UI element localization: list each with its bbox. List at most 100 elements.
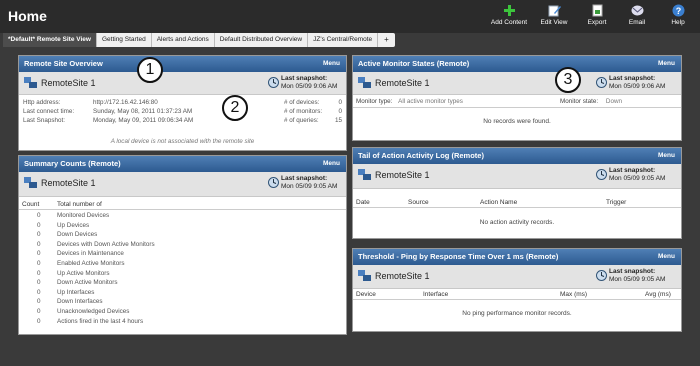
summary-label[interactable]: Actions fired in the last 4 hours [57, 318, 143, 325]
panel-header: Active Monitor States (Remote) Menu [353, 56, 681, 72]
column-header-trigger: Trigger [606, 199, 627, 206]
active-monitor-states-panel: Active Monitor States (Remote) Menu Remo… [352, 55, 682, 141]
summary-row: 0 Unacknowledged Devices [19, 308, 346, 315]
divider [19, 209, 346, 210]
remote-site-icon [358, 77, 371, 88]
column-header-date: Date [356, 199, 370, 206]
divider [353, 207, 681, 208]
monitor-state-filter: Monitor state: Down [560, 98, 623, 105]
panel-menu-button[interactable]: Menu [323, 156, 340, 172]
plus-icon [503, 5, 515, 16]
summary-counts-panel: Summary Counts (Remote) Menu RemoteSite … [18, 155, 347, 335]
column-header-count: Count [22, 201, 40, 208]
column-header-interface: Interface [423, 291, 449, 298]
export-button[interactable]: Export [575, 4, 619, 26]
summary-label[interactable]: Up Interfaces [57, 289, 94, 296]
summary-count: 0 [37, 269, 41, 277]
summary-label[interactable]: Devices in Maintenance [57, 250, 124, 257]
last-snapshot: Last snapshot: Mon 05/09 9:06 AM [281, 75, 338, 90]
export-icon [592, 4, 602, 17]
last-snapshot: Last snapshot: Mon 05/09 9:05 AM [609, 268, 666, 283]
column-header-total: Total number of [57, 201, 102, 208]
empty-message: No ping performance monitor records. [462, 310, 572, 317]
summary-count: 0 [37, 240, 41, 248]
summary-row: 0 Up Active Monitors [19, 270, 346, 277]
summary-label[interactable]: Down Active Monitors [57, 279, 118, 286]
summary-count: 0 [37, 288, 41, 296]
column-header-device: Device [356, 291, 376, 298]
email-icon [631, 5, 643, 16]
column-header-avg: Avg (ms) [645, 291, 671, 298]
summary-label[interactable]: Unacknowledged Devices [57, 308, 129, 315]
site-header: RemoteSite 1 Last snapshot: Mon 05/09 9:… [353, 164, 681, 189]
summary-row: 0 Down Devices [19, 231, 346, 238]
help-icon: ? [672, 4, 684, 17]
panel-menu-button[interactable]: Menu [323, 56, 340, 72]
empty-message: No records were found. [483, 118, 551, 125]
email-button[interactable]: Email [615, 4, 659, 26]
site-name: RemoteSite 1 [375, 271, 430, 281]
site-details: Http address: http://172.16.42.146:80 Las… [23, 99, 194, 124]
edit-view-button[interactable]: Edit View [532, 4, 576, 26]
add-tab-button[interactable]: + [378, 33, 395, 47]
action-activity-log-panel: Tail of Action Activity Log (Remote) Men… [352, 147, 682, 239]
site-name: RemoteSite 1 [375, 170, 430, 180]
summary-label[interactable]: Enabled Active Monitors [57, 260, 125, 267]
summary-row: 0 Monitored Devices [19, 212, 346, 219]
monitor-type-filter: Monitor type: All active monitor types [356, 98, 463, 105]
help-button[interactable]: ? Help [656, 4, 700, 26]
top-bar: Home Add Content Edit View Export Email … [0, 0, 700, 33]
panel-header: Summary Counts (Remote) Menu [19, 156, 346, 172]
summary-count: 0 [37, 250, 41, 258]
tab-alerts-and-actions[interactable]: Alerts and Actions [152, 33, 215, 47]
panel-menu-button[interactable]: Menu [658, 148, 675, 164]
site-header: RemoteSite 1 Last snapshot: Mon 05/09 9:… [19, 172, 346, 197]
tab-default-remote-site-view[interactable]: *Default* Remote Site View [3, 33, 97, 47]
remote-site-icon [358, 270, 371, 281]
tab-default-distributed-overview[interactable]: Default Distributed Overview [215, 33, 309, 47]
svg-text:?: ? [675, 6, 681, 16]
summary-label[interactable]: Down Devices [57, 231, 97, 238]
panel-header: Threshold - Ping by Response Time Over 1… [353, 249, 681, 265]
tab-jz-central-remote[interactable]: JZ's Central/Remote [308, 33, 379, 47]
threshold-ping-panel: Threshold - Ping by Response Time Over 1… [352, 248, 682, 332]
summary-row: 0 Up Devices [19, 222, 346, 229]
summary-label[interactable]: Monitored Devices [57, 212, 109, 219]
clock-icon [268, 177, 279, 188]
summary-count: 0 [37, 279, 41, 287]
summary-row: 0 Down Interfaces [19, 298, 346, 305]
column-header-max: Max (ms) [560, 291, 588, 298]
summary-row: 0 Devices in Maintenance [19, 250, 346, 257]
remote-site-icon [358, 169, 371, 180]
site-header: RemoteSite 1 Last snapshot: Mon 05/09 9:… [353, 265, 681, 289]
panel-header: Remote Site Overview Menu [19, 56, 346, 72]
site-name: RemoteSite 1 [41, 78, 96, 88]
site-note: A local device is not associated with th… [110, 138, 255, 145]
site-name: RemoteSite 1 [41, 178, 96, 188]
summary-label[interactable]: Up Devices [57, 222, 89, 229]
site-name: RemoteSite 1 [375, 78, 430, 88]
add-content-button[interactable]: Add Content [487, 4, 531, 26]
site-header: RemoteSite 1 Last snapshot: Mon 05/09 9:… [19, 72, 346, 95]
summary-label[interactable]: Devices with Down Active Monitors [57, 241, 155, 248]
summary-count: 0 [37, 212, 41, 219]
panel-menu-button[interactable]: Menu [658, 56, 675, 72]
summary-label[interactable]: Down Interfaces [57, 298, 103, 305]
clock-icon [268, 77, 279, 88]
divider [353, 107, 681, 108]
summary-label[interactable]: Up Active Monitors [57, 270, 110, 277]
callout-marker-1: 1 [137, 57, 163, 83]
panel-header: Tail of Action Activity Log (Remote) Men… [353, 148, 681, 164]
panel-menu-button[interactable]: Menu [658, 249, 675, 265]
tab-getting-started[interactable]: Getting Started [97, 33, 152, 47]
last-snapshot: Last snapshot: Mon 05/09 9:05 AM [609, 167, 666, 182]
summary-row: 0 Down Active Monitors [19, 279, 346, 286]
view-tabs: *Default* Remote Site View Getting Start… [3, 33, 395, 47]
clock-icon [596, 270, 607, 281]
summary-row: 0 Up Interfaces [19, 289, 346, 296]
last-snapshot: Last snapshot: Mon 05/09 9:05 AM [281, 175, 338, 190]
last-snapshot: Last snapshot: Mon 05/09 9:06 AM [609, 75, 666, 90]
summary-row: 0 Actions fired in the last 4 hours [19, 318, 346, 325]
site-counts: # of devices: 0 # of monitors: 0 # of quer… [284, 99, 342, 124]
summary-row: 0 Devices with Down Active Monitors [19, 241, 346, 248]
